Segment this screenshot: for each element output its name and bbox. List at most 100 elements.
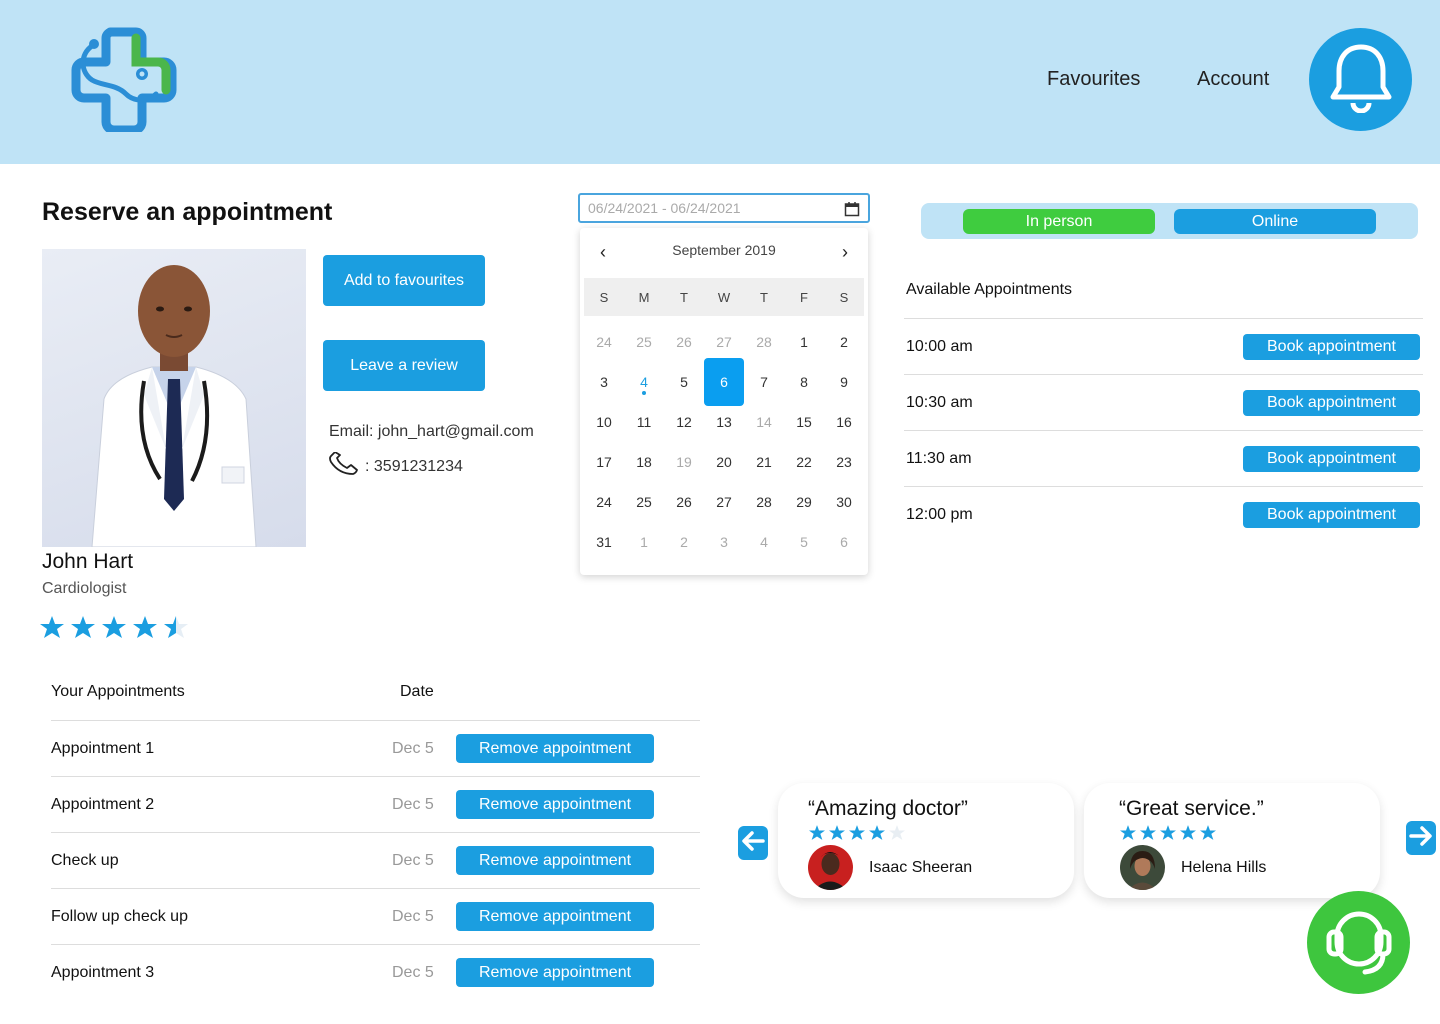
calendar-day[interactable]: 30 <box>824 482 864 522</box>
calendar-day[interactable]: 17 <box>584 442 624 482</box>
calendar-day[interactable]: 27 <box>704 482 744 522</box>
calendar-day[interactable]: 12 <box>664 402 704 442</box>
remove-appointment-button[interactable]: Remove appointment <box>456 846 654 875</box>
reviewer-avatar <box>808 845 853 890</box>
calendar-day[interactable]: 20 <box>704 442 744 482</box>
star-icon <box>869 825 885 845</box>
calendar-day[interactable]: 9 <box>824 362 864 402</box>
reviewer-name: Isaac Sheeran <box>869 859 973 876</box>
half-star-icon <box>164 616 188 643</box>
online-option[interactable]: Online <box>1174 209 1376 234</box>
book-appointment-button[interactable]: Book appointment <box>1243 446 1420 472</box>
calendar-day[interactable]: 24 <box>584 482 624 522</box>
book-appointment-button[interactable]: Book appointment <box>1243 502 1420 528</box>
calendar-day[interactable]: 5 <box>784 522 824 562</box>
top-header: Favourites Account <box>0 0 1440 164</box>
doctor-photo <box>42 249 306 547</box>
calendar-day[interactable]: 2 <box>824 322 864 362</box>
calendar-day[interactable]: 25 <box>624 322 664 362</box>
star-icon <box>40 616 64 643</box>
calendar-day[interactable]: 27 <box>704 322 744 362</box>
calendar-day-selected[interactable]: 6 <box>704 358 744 406</box>
arrow-right-icon <box>1409 824 1433 853</box>
phone-number: : 3591231234 <box>365 457 463 475</box>
support-chat-button[interactable] <box>1307 891 1410 994</box>
review-rating <box>809 825 905 845</box>
calendar-day[interactable]: 24 <box>584 322 624 362</box>
weekday-label: F <box>800 289 808 305</box>
reviewer-name: Helena Hills <box>1181 859 1267 876</box>
leave-review-button[interactable]: Leave a review <box>323 340 485 391</box>
date-column-header: Date <box>400 683 434 700</box>
weekday-label: T <box>760 289 768 305</box>
calendar-day[interactable]: 29 <box>784 482 824 522</box>
calendar-day[interactable]: 1 <box>784 322 824 362</box>
calendar-day[interactable]: 18 <box>624 442 664 482</box>
calendar-day[interactable]: 15 <box>784 402 824 442</box>
calendar-icon[interactable] <box>844 201 860 220</box>
calendar-day[interactable]: 5 <box>664 362 704 402</box>
doctor-rating <box>40 616 188 643</box>
calendar-day[interactable]: 11 <box>624 402 664 442</box>
book-appointment-button[interactable]: Book appointment <box>1243 390 1420 416</box>
calendar-day[interactable]: 25 <box>624 482 664 522</box>
star-icon <box>1200 825 1216 845</box>
remove-appointment-button[interactable]: Remove appointment <box>456 902 654 931</box>
calendar-day[interactable]: 2 <box>664 522 704 562</box>
calendar-day[interactable]: 19 <box>664 442 704 482</box>
calendar-day[interactable]: 16 <box>824 402 864 442</box>
star-icon <box>1140 825 1156 845</box>
table-row: Follow up check up Dec 5 Remove appointmen… <box>51 888 700 944</box>
remove-appointment-button[interactable]: Remove appointment <box>456 734 654 763</box>
appointment-name: Appointment 2 <box>51 796 155 813</box>
date-range-input[interactable]: 06/24/2021 - 06/24/2021 <box>578 193 870 223</box>
calendar-day[interactable]: 7 <box>744 362 784 402</box>
calendar-day[interactable]: 8 <box>784 362 824 402</box>
doctor-phone-row: : 3591231234 <box>327 451 463 481</box>
weekday-label: W <box>717 289 731 305</box>
calendar-day[interactable]: 10 <box>584 402 624 442</box>
calendar-day[interactable]: 6 <box>824 522 864 562</box>
clinic-logo[interactable] <box>70 26 180 135</box>
calendar-day[interactable]: 13 <box>704 402 744 442</box>
calendar-day[interactable]: 4 <box>624 362 664 402</box>
slot-time: 10:00 am <box>906 338 973 355</box>
calendar-day[interactable]: 31 <box>584 522 624 562</box>
calendar-day[interactable]: 4 <box>744 522 784 562</box>
carousel-prev-button[interactable] <box>738 826 768 860</box>
calendar-month-label: September 2019 <box>672 242 776 258</box>
add-to-favourites-button[interactable]: Add to favourites <box>323 255 485 306</box>
in-person-option[interactable]: In person <box>963 209 1155 234</box>
calendar-day[interactable]: 28 <box>744 482 784 522</box>
calendar-day[interactable]: 26 <box>664 322 704 362</box>
remove-appointment-button[interactable]: Remove appointment <box>456 790 654 819</box>
remove-appointment-button[interactable]: Remove appointment <box>456 958 654 987</box>
available-slot-row: 12:00 pm Book appointment <box>904 486 1423 542</box>
appointment-date: Dec 5 <box>392 964 434 981</box>
star-icon <box>1160 825 1176 845</box>
calendar-day[interactable]: 26 <box>664 482 704 522</box>
calendar-day[interactable]: 14 <box>744 402 784 442</box>
weekday-label: T <box>680 289 688 305</box>
chevron-right-icon[interactable]: › <box>835 242 855 262</box>
calendar-day[interactable]: 21 <box>744 442 784 482</box>
nav-favourites-link[interactable]: Favourites <box>1047 68 1140 91</box>
empty-star-icon <box>889 825 905 845</box>
calendar-day[interactable]: 28 <box>744 322 784 362</box>
calendar-day[interactable]: 1 <box>624 522 664 562</box>
carousel-next-button[interactable] <box>1406 821 1436 855</box>
arrow-left-icon <box>741 829 765 858</box>
calendar-day[interactable]: 22 <box>784 442 824 482</box>
calendar-day[interactable]: 3 <box>584 362 624 402</box>
calendar-day[interactable]: 23 <box>824 442 864 482</box>
nav-account-link[interactable]: Account <box>1197 68 1269 91</box>
review-card: “Great service.” Helena Hills <box>1084 783 1380 898</box>
appointment-name: Appointment 3 <box>51 964 155 981</box>
date-range-placeholder: 06/24/2021 - 06/24/2021 <box>588 200 741 216</box>
star-icon <box>102 616 126 643</box>
calendar-day[interactable]: 3 <box>704 522 744 562</box>
slot-time: 10:30 am <box>906 394 973 411</box>
phone-icon <box>327 451 359 481</box>
book-appointment-button[interactable]: Book appointment <box>1243 334 1420 360</box>
notifications-button[interactable] <box>1309 28 1412 131</box>
